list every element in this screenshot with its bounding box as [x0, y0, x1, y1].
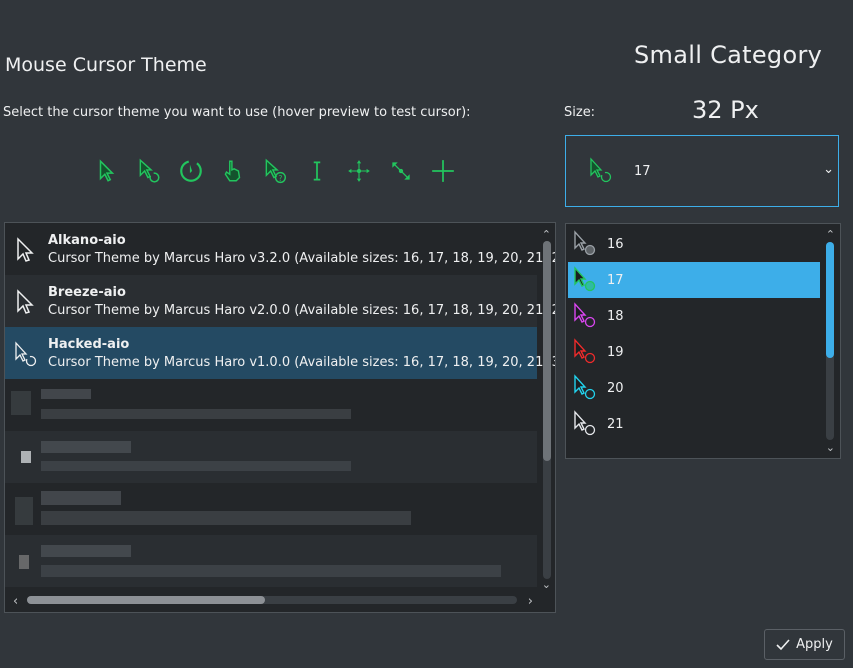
arrow-busy-icon [574, 338, 596, 364]
theme-list-horizontal-scrollbar[interactable] [27, 596, 517, 604]
theme-details: Cursor Theme by Marcus Haro v2.0.0 (Avai… [48, 303, 556, 318]
size-value: 19 [607, 345, 624, 360]
green-arrow-busy-icon [590, 157, 612, 183]
help-icon[interactable]: ? [260, 156, 290, 186]
scroll-down-arrow[interactable]: ⌄ [826, 442, 835, 453]
size-value: 16 [607, 237, 624, 252]
white-arrow-busy-icon [15, 341, 37, 367]
theme-list-vertical-scrollbar[interactable] [543, 241, 551, 579]
theme-row-hacked[interactable]: Hacked-aio Cursor Theme by Marcus Haro v… [5, 327, 555, 379]
scrollbar-thumb[interactable] [27, 596, 265, 604]
size-value: 20 [607, 381, 624, 396]
theme-name: Breeze-aio [48, 285, 126, 300]
apply-button[interactable]: Apply [764, 629, 845, 660]
scroll-up-arrow[interactable]: ⌃ [826, 229, 835, 240]
arrow-busy-icon [574, 410, 596, 436]
cursor-size-list[interactable]: 16 17 18 19 20 21 ⌃ ⌄ [565, 223, 841, 459]
arrow-busy-icon [574, 374, 596, 400]
size-value: 21 [607, 417, 624, 432]
hand-icon[interactable] [218, 156, 248, 186]
size-combobox-value: 17 [634, 164, 651, 179]
theme-details: Cursor Theme by Marcus Haro v1.0.0 (Avai… [48, 355, 556, 370]
move-icon[interactable] [344, 156, 374, 186]
size-value: 17 [607, 273, 624, 288]
blurred-theme-row[interactable] [5, 483, 537, 535]
arrow-icon[interactable] [92, 156, 122, 186]
size-list-scrollbar[interactable] [826, 242, 834, 440]
cursor-theme-list[interactable]: Alkano-aio Cursor Theme by Marcus Haro v… [4, 222, 556, 613]
size-value: 18 [607, 309, 624, 324]
theme-row-alkano[interactable]: Alkano-aio Cursor Theme by Marcus Haro v… [5, 223, 555, 275]
arrow-busy-icon [574, 266, 596, 292]
diagonal-resize-icon[interactable] [386, 156, 416, 186]
blurred-theme-row[interactable] [5, 379, 537, 431]
cursor-preview-strip[interactable]: ? [92, 150, 462, 192]
scrollbar-thumb[interactable] [543, 241, 551, 461]
white-arrow-icon [17, 237, 34, 262]
white-arrow-icon [17, 289, 34, 314]
size-label: Size: [564, 105, 596, 120]
size-row-21[interactable]: 21 [568, 406, 820, 442]
category-label: Small Category [634, 41, 823, 69]
arrow-busy-icon [574, 302, 596, 328]
size-row-18[interactable]: 18 [568, 298, 820, 334]
crosshair-icon[interactable] [428, 156, 458, 186]
arrow-busy-icon [574, 230, 596, 256]
size-row-17[interactable]: 17 [568, 262, 820, 298]
size-row-20[interactable]: 20 [568, 370, 820, 406]
theme-name: Hacked-aio [48, 337, 130, 352]
ibeam-icon[interactable] [302, 156, 332, 186]
theme-name: Alkano-aio [48, 233, 126, 248]
scrollbar-thumb[interactable] [826, 242, 834, 358]
blurred-theme-row[interactable] [5, 431, 537, 483]
theme-details: Cursor Theme by Marcus Haro v3.2.0 (Avai… [48, 251, 556, 266]
scroll-down-arrow[interactable]: ⌄ [542, 579, 551, 590]
blurred-theme-row[interactable] [5, 535, 537, 587]
theme-description: Select the cursor theme you want to use … [3, 105, 471, 120]
arrow-busy-icon[interactable] [134, 156, 164, 186]
scroll-left-arrow[interactable]: ‹ [13, 595, 18, 608]
page-title: Mouse Cursor Theme [5, 54, 207, 76]
checkmark-icon [776, 638, 790, 650]
chevron-down-icon[interactable]: ⌄ [823, 162, 834, 177]
busy-icon[interactable] [176, 156, 206, 186]
svg-text:?: ? [278, 174, 282, 183]
scroll-right-arrow[interactable]: › [528, 595, 533, 608]
size-px-label: 32 Px [692, 96, 759, 124]
size-row-16[interactable]: 16 [568, 226, 820, 262]
theme-row-breeze[interactable]: Breeze-aio Cursor Theme by Marcus Haro v… [5, 275, 555, 327]
size-row-19[interactable]: 19 [568, 334, 820, 370]
apply-button-label: Apply [796, 637, 833, 652]
scroll-up-arrow[interactable]: ⌃ [542, 229, 551, 240]
size-combobox[interactable]: 17 ⌄ [565, 135, 839, 207]
